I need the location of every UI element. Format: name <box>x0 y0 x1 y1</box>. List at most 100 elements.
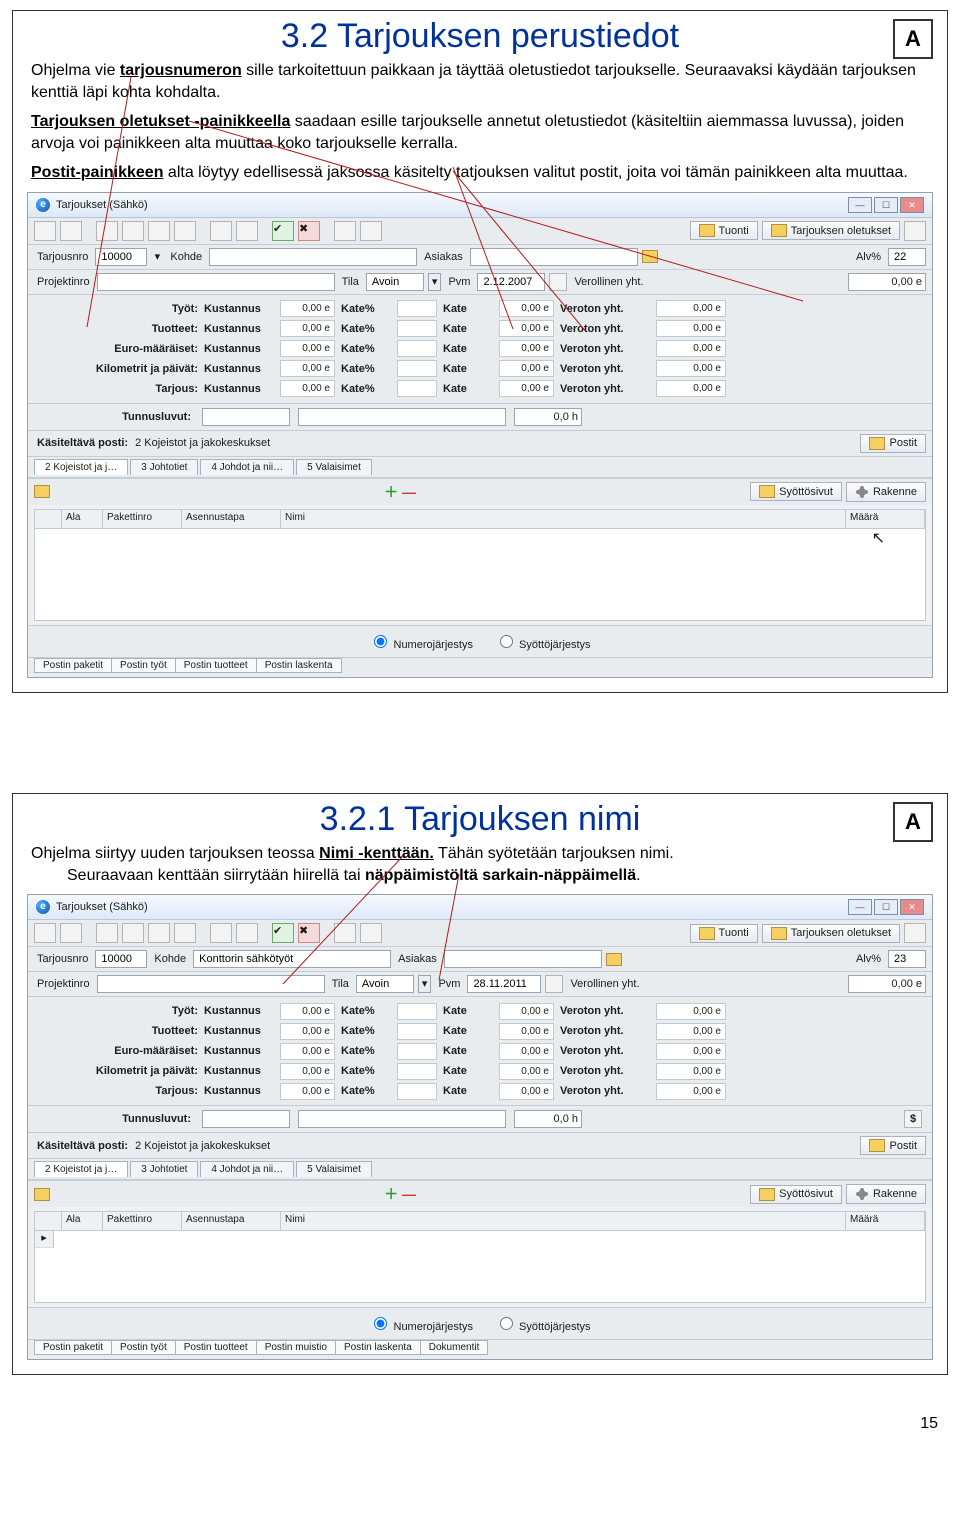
rakenne-button[interactable]: Rakenne <box>846 1184 926 1204</box>
toolbar-icon[interactable] <box>904 221 926 241</box>
paragraph-2: Tarjouksen oletukset -painikkeella saada… <box>31 111 929 154</box>
label: Tarjousnro <box>34 251 91 263</box>
tab[interactable]: Postin työt <box>111 1340 176 1355</box>
asiakas-field[interactable] <box>470 248 638 266</box>
toolbar-icon[interactable] <box>334 923 356 943</box>
tab[interactable]: 3 Johtotiet <box>130 1161 198 1177</box>
tab[interactable]: Postin tuotteet <box>175 658 257 673</box>
toolbar-icon[interactable] <box>122 221 144 241</box>
syottosivut-button[interactable]: Syöttösivut <box>750 482 842 501</box>
radio-numerojarjestys[interactable]: Numerojärjestys <box>369 632 473 651</box>
page-number: 15 <box>0 1415 938 1433</box>
tab[interactable]: 2 Kojeistot ja j… <box>34 459 128 475</box>
tuonti-button[interactable]: Tuonti <box>690 221 758 240</box>
toolbar-icon[interactable] <box>96 221 118 241</box>
chevron-down-icon[interactable]: ▾ <box>418 975 432 993</box>
toolbar-icon[interactable] <box>122 923 144 943</box>
minimize-button[interactable]: — <box>848 899 872 915</box>
tila-field[interactable] <box>356 975 414 993</box>
tab[interactable]: Dokumentit <box>420 1340 489 1355</box>
toolbar-icon[interactable] <box>174 221 196 241</box>
toolbar-icon[interactable] <box>334 221 356 241</box>
tab[interactable]: Postin laskenta <box>335 1340 421 1355</box>
toolbar-icon[interactable]: ✔ <box>272 221 294 241</box>
alv-field[interactable] <box>888 950 926 968</box>
print-icon[interactable] <box>360 221 382 241</box>
alv-field[interactable] <box>888 248 926 266</box>
tab[interactable]: 3 Johtotiet <box>130 459 198 475</box>
minimize-button[interactable]: — <box>848 197 872 213</box>
kohde-field[interactable] <box>209 248 417 266</box>
tarjousnro-field[interactable] <box>95 950 147 968</box>
tab[interactable]: Postin tuotteet <box>175 1340 257 1355</box>
app-icon: e <box>36 900 50 914</box>
toolbar-icon[interactable] <box>34 923 56 943</box>
logo-icon: A <box>893 802 933 842</box>
tuonti-button[interactable]: Tuonti <box>690 924 758 943</box>
money-icon[interactable]: $ <box>904 1110 922 1128</box>
folder-icon[interactable] <box>34 1188 50 1201</box>
toolbar-icon[interactable] <box>148 221 170 241</box>
toolbar-icon[interactable] <box>96 923 118 943</box>
calendar-icon[interactable] <box>549 273 567 291</box>
postit-button[interactable]: Postit <box>860 1136 926 1155</box>
tab[interactable]: Postin laskenta <box>256 658 342 673</box>
remove-icon[interactable]: — <box>402 484 416 500</box>
tab[interactable]: Postin paketit <box>34 658 112 673</box>
folder-icon[interactable] <box>606 953 622 966</box>
radio-syottojarjestys[interactable]: Syöttöjärjestys <box>495 632 591 651</box>
close-button[interactable]: ✕ <box>900 197 924 213</box>
tab[interactable]: Postin työt <box>111 658 176 673</box>
print-icon[interactable] <box>360 923 382 943</box>
app-window-2: e Tarjoukset (Sähkö) — ☐ ✕ ✔ ✖ <box>27 894 933 1360</box>
tab[interactable]: Postin muistio <box>256 1340 336 1355</box>
tab[interactable]: 5 Valaisimet <box>296 1161 372 1177</box>
oletukset-button[interactable]: Tarjouksen oletukset <box>762 221 900 240</box>
tarjousnro-field[interactable] <box>95 248 147 266</box>
toolbar-icon[interactable]: ✔ <box>272 923 294 943</box>
toolbar-icon[interactable] <box>60 923 82 943</box>
pvm-field[interactable] <box>467 975 541 993</box>
projektinro-field[interactable] <box>97 975 325 993</box>
folder-icon[interactable] <box>642 250 658 263</box>
add-icon[interactable]: ＋ <box>384 482 398 502</box>
tila-field[interactable] <box>366 273 424 291</box>
tab[interactable]: 5 Valaisimet <box>296 459 372 475</box>
chevron-down-icon[interactable]: ▾ <box>428 273 442 291</box>
toolbar-icon[interactable] <box>174 923 196 943</box>
toolbar-icon[interactable]: ✖ <box>298 923 320 943</box>
toolbar-icon[interactable] <box>148 923 170 943</box>
asiakas-field[interactable] <box>444 950 602 968</box>
window-title: Tarjoukset (Sähkö) <box>56 901 148 913</box>
toolbar-icon[interactable] <box>210 221 232 241</box>
toolbar-icon[interactable] <box>210 923 232 943</box>
add-icon[interactable]: ＋ <box>384 1184 398 1204</box>
kohde-field[interactable] <box>193 950 391 968</box>
tab[interactable]: 4 Johdot ja nii… <box>200 1161 294 1177</box>
window-title: Tarjoukset (Sähkö) <box>56 199 148 211</box>
folder-icon[interactable] <box>34 485 50 498</box>
tab[interactable]: Postin paketit <box>34 1340 112 1355</box>
toolbar-icon[interactable] <box>236 923 258 943</box>
label: Tila <box>339 276 362 288</box>
toolbar-icon[interactable] <box>60 221 82 241</box>
pvm-field[interactable] <box>477 273 545 291</box>
syottosivut-button[interactable]: Syöttösivut <box>750 1185 842 1204</box>
oletukset-button[interactable]: Tarjouksen oletukset <box>762 924 900 943</box>
rakenne-button[interactable]: Rakenne <box>846 482 926 502</box>
tab[interactable]: 4 Johdot ja nii… <box>200 459 294 475</box>
radio-numerojarjestys[interactable]: Numerojärjestys <box>369 1314 473 1333</box>
toolbar-icon[interactable] <box>236 221 258 241</box>
close-button[interactable]: ✕ <box>900 899 924 915</box>
toolbar-icon[interactable] <box>34 221 56 241</box>
toolbar-icon[interactable] <box>904 923 926 943</box>
projektinro-field[interactable] <box>97 273 335 291</box>
maximize-button[interactable]: ☐ <box>874 197 898 213</box>
maximize-button[interactable]: ☐ <box>874 899 898 915</box>
radio-syottojarjestys[interactable]: Syöttöjärjestys <box>495 1314 591 1333</box>
remove-icon[interactable]: — <box>402 1186 416 1202</box>
toolbar-icon[interactable]: ✖ <box>298 221 320 241</box>
postit-button[interactable]: Postit <box>860 434 926 453</box>
tab[interactable]: 2 Kojeistot ja j… <box>34 1161 128 1177</box>
calendar-icon[interactable] <box>545 975 563 993</box>
